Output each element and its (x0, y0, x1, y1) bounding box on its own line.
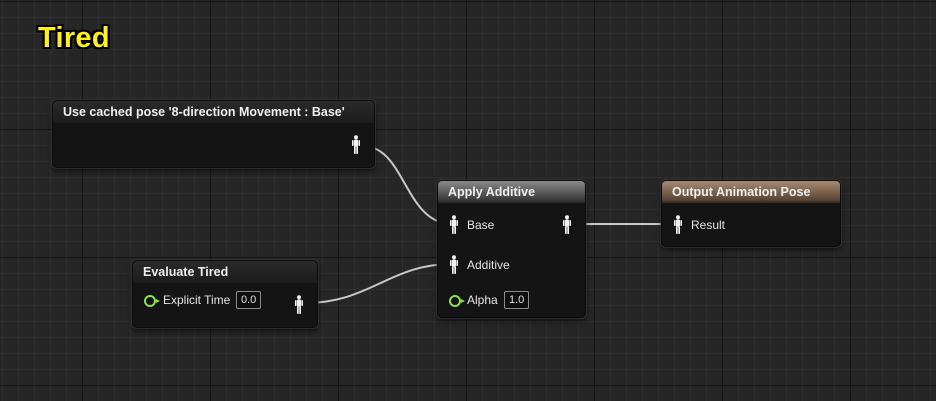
node-header: Use cached pose '8-direction Movement : … (53, 101, 374, 123)
alpha-pin-label: Alpha (467, 293, 498, 307)
pose-output-pin-icon[interactable] (294, 295, 304, 315)
comment-title: Tired (38, 22, 110, 54)
node-output-animation-pose[interactable]: Output Animation Pose Result (661, 180, 841, 247)
pose-input-pin-base-icon[interactable] (449, 215, 459, 235)
pose-input-pin-additive-icon[interactable] (449, 255, 459, 275)
float-pin-icon[interactable] (449, 295, 465, 307)
pose-input-pin-result-icon[interactable] (673, 215, 683, 235)
node-header: Output Animation Pose (662, 181, 840, 203)
explicit-time-label: Explicit Time (163, 293, 231, 307)
pose-output-pin-icon[interactable] (562, 215, 572, 235)
node-use-cached-pose[interactable]: Use cached pose '8-direction Movement : … (52, 100, 375, 168)
explicit-time-input[interactable]: 0.0 (236, 291, 262, 309)
node-header: Apply Additive (438, 181, 585, 203)
additive-pin-label: Additive (467, 258, 510, 272)
base-pin-label: Base (467, 218, 495, 232)
wire-evaluate-to-additive[interactable] (304, 263, 453, 304)
float-pin-icon[interactable] (144, 295, 160, 307)
result-pin-label: Result (691, 218, 726, 232)
node-evaluate-tired[interactable]: Evaluate Tired Explicit Time 0.0 (132, 260, 318, 328)
node-header: Evaluate Tired (133, 261, 317, 283)
node-apply-additive[interactable]: Apply Additive Base Additive Alpha 1.0 (437, 180, 586, 318)
alpha-input[interactable]: 1.0 (504, 291, 530, 309)
pose-output-pin-icon[interactable] (351, 135, 361, 155)
